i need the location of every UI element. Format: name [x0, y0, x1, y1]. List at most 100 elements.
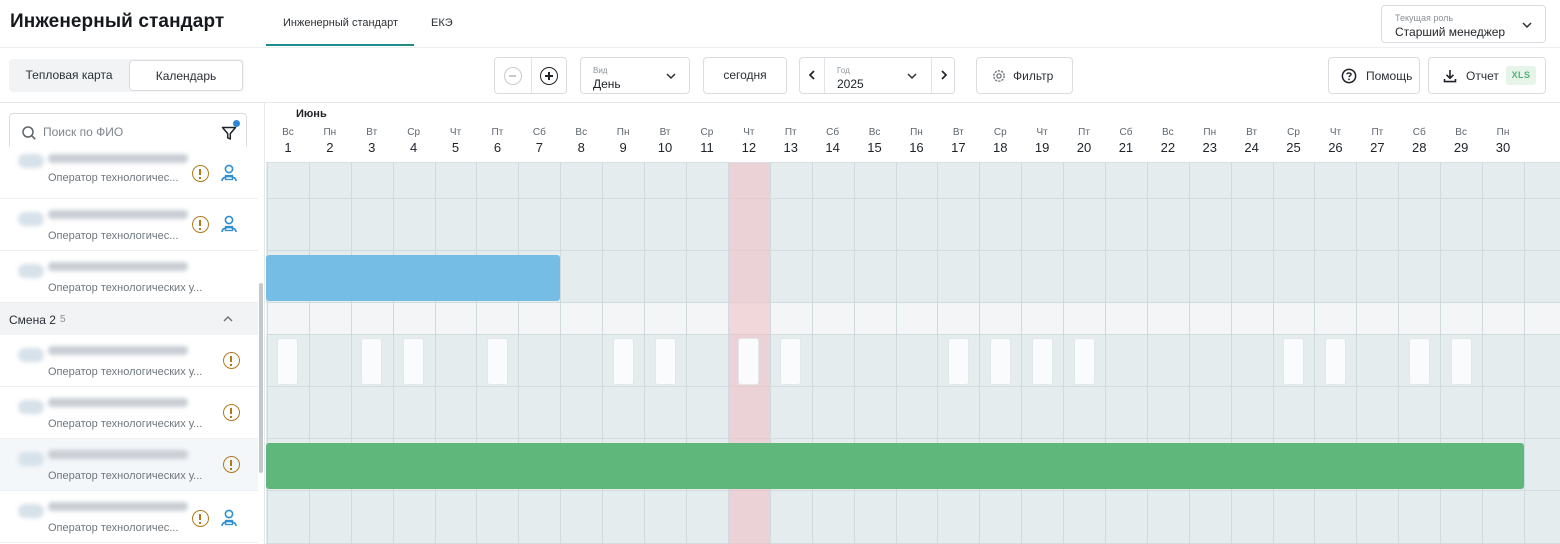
day-header-cell: Чт 26	[1315, 127, 1357, 157]
sidebar-scrollbar[interactable]	[259, 283, 263, 473]
view-mode-switch: Тепловая карта Календарь	[9, 59, 244, 92]
day-number-label: 30	[1495, 140, 1511, 155]
day-number-label: 25	[1286, 140, 1301, 155]
avatar	[18, 504, 44, 518]
role-caption: Текущая роль	[1395, 13, 1454, 23]
employee-row[interactable]: Оператор технологических у...	[0, 387, 258, 439]
day-header-cell: Сб 21	[1105, 127, 1147, 157]
schedule-bar[interactable]	[266, 255, 561, 301]
shift-chip[interactable]	[403, 338, 425, 385]
shift-chip[interactable]	[1324, 338, 1346, 385]
employee-role: Оператор технологичес...	[48, 172, 179, 184]
warning-icon[interactable]	[192, 216, 209, 233]
shift-chip[interactable]	[277, 338, 299, 385]
filter-button[interactable]: Фильтр	[976, 57, 1073, 94]
shift-chip[interactable]	[738, 338, 760, 385]
zoom-out-icon[interactable]	[504, 67, 522, 85]
year-navigator: Год 2025	[799, 57, 955, 94]
employee-role: Оператор технологичес...	[48, 230, 179, 242]
divider	[531, 58, 532, 93]
help-button[interactable]: Помощь	[1328, 57, 1420, 94]
shift-chip[interactable]	[1283, 338, 1305, 385]
tab-engineering-standard[interactable]: Инженерный стандарт	[283, 17, 398, 29]
year-value[interactable]: 2025	[837, 77, 864, 91]
warning-icon[interactable]	[223, 404, 240, 421]
day-number-label: 24	[1244, 140, 1259, 155]
employee-name-blurred	[48, 154, 188, 163]
shift-chip[interactable]	[989, 338, 1011, 385]
day-number-label: 27	[1370, 140, 1385, 155]
employee-row[interactable]: Оператор технологических у...	[0, 439, 258, 491]
day-number-label: 21	[1118, 140, 1134, 155]
shift-group-header[interactable]: Смена 2 5	[0, 303, 258, 335]
day-of-week-label: Ср	[993, 127, 1007, 138]
day-number-label: 16	[909, 140, 924, 155]
shift-chip[interactable]	[1073, 338, 1095, 385]
chevron-down-icon[interactable]	[906, 70, 918, 82]
day-of-week-label: Пн	[616, 127, 630, 138]
day-number-label: 17	[951, 140, 966, 155]
filter-label: Фильтр	[1013, 69, 1054, 83]
shift-chip[interactable]	[780, 338, 802, 385]
day-header-cell: Ср 4	[393, 127, 435, 157]
day-header-cell: Вт 24	[1231, 127, 1273, 157]
day-of-week-label: Пт	[1078, 127, 1090, 138]
day-of-week-label: Пт	[784, 127, 797, 138]
day-header-cell: Пт 27	[1356, 127, 1398, 157]
calendar-row	[266, 199, 1560, 251]
person-icon[interactable]	[219, 508, 239, 528]
day-of-week-label: Вт	[659, 127, 671, 138]
today-button[interactable]: сегодня	[703, 57, 787, 94]
shift-chip[interactable]	[947, 338, 969, 385]
employee-row[interactable]: Оператор технологичес...	[0, 199, 258, 251]
avatar	[18, 154, 44, 168]
shift-chip[interactable]	[612, 338, 634, 385]
person-icon[interactable]	[219, 214, 239, 234]
tab-eke[interactable]: ЕКЭ	[431, 17, 453, 29]
schedule-bar[interactable]	[266, 443, 1524, 489]
shift-chip[interactable]	[1031, 338, 1053, 385]
employee-sidebar: Оператор технологичес... Оператор технол…	[0, 103, 265, 544]
chevron-right-icon[interactable]	[938, 69, 950, 81]
shift-chip[interactable]	[361, 338, 383, 385]
calendar-mode-button[interactable]: Календарь	[129, 60, 243, 91]
filter-active-dot	[233, 120, 240, 127]
chevron-up-icon[interactable]	[222, 313, 234, 325]
view-select[interactable]: Вид День	[580, 57, 690, 94]
zoom-in-icon[interactable]	[540, 67, 558, 85]
heatmap-mode-button[interactable]: Тепловая карта	[9, 59, 129, 92]
report-button[interactable]: Отчет XLS	[1428, 57, 1546, 94]
day-number-label: 12	[741, 140, 757, 155]
day-header-cell: Ср 25	[1273, 127, 1315, 157]
day-header-cell: Пт 6	[477, 127, 519, 157]
chevron-down-icon	[666, 73, 676, 80]
warning-icon[interactable]	[192, 165, 209, 182]
employee-row[interactable]: Оператор технологических у...	[0, 251, 258, 303]
day-of-week-label: Чт	[1036, 127, 1048, 138]
shift-chip[interactable]	[486, 338, 508, 385]
day-of-week-label: Пн	[1496, 127, 1510, 138]
warning-icon[interactable]	[223, 352, 240, 369]
shift-chip[interactable]	[1450, 338, 1472, 385]
zoom-controls	[494, 57, 567, 94]
day-header-cell: Чт 5	[435, 127, 477, 157]
day-header-cell: Сб 7	[518, 127, 560, 157]
employee-row[interactable]: Оператор технологических у...	[0, 335, 258, 387]
day-of-week-label: Вс	[1455, 127, 1467, 138]
chevron-left-icon[interactable]	[806, 69, 818, 81]
warning-icon[interactable]	[223, 456, 240, 473]
shift-count: 5	[60, 314, 66, 325]
search-input[interactable]	[43, 123, 213, 141]
role-select[interactable]: Текущая роль Старший менеджер	[1381, 5, 1546, 43]
employee-row[interactable]: Оператор технологичес...	[0, 147, 258, 199]
shift-chip[interactable]	[1408, 338, 1430, 385]
day-header-cell: Вс 29	[1440, 127, 1482, 157]
day-header-cell: Вт 17	[937, 127, 979, 157]
day-header-cell: Пн 23	[1189, 127, 1231, 157]
warning-icon[interactable]	[192, 510, 209, 527]
person-icon[interactable]	[219, 163, 239, 183]
day-header-cell: Сб 14	[812, 127, 854, 157]
employee-row[interactable]: Оператор технологичес...	[0, 491, 258, 543]
shift-chip[interactable]	[654, 338, 676, 385]
day-number-label: 2	[326, 140, 334, 155]
